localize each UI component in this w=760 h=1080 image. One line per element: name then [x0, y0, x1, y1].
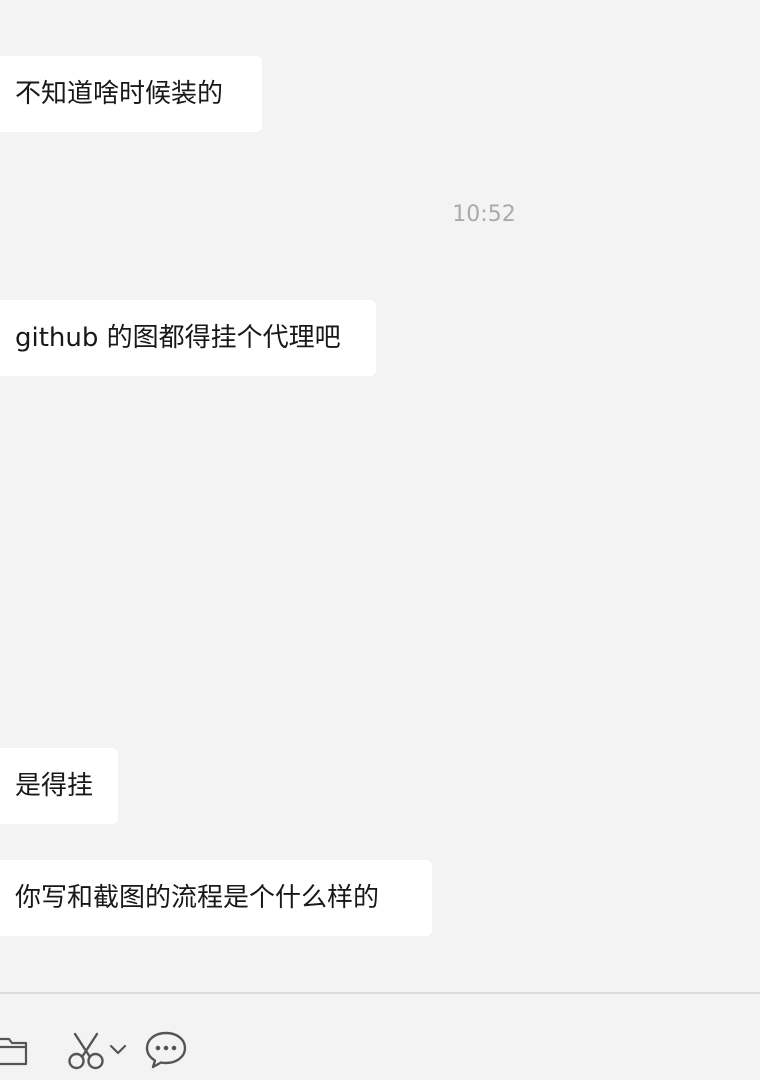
chat-bubble-icon[interactable] — [144, 1030, 188, 1070]
message-bubble[interactable]: 是得挂 — [0, 748, 118, 824]
input-toolbar — [0, 994, 760, 1080]
message-timestamp: 10:52 — [452, 202, 516, 227]
message-bubble[interactable]: 不知道啥时候装的 — [0, 56, 262, 132]
chat-message-list[interactable]: 不知道啥时候装的 10:52 github 的图都得挂个代理吧 是得挂 你写和截… — [0, 0, 760, 993]
message-bubble[interactable]: 你写和截图的流程是个什么样的 — [0, 860, 432, 936]
folder-icon[interactable] — [0, 1036, 28, 1066]
message-text: 你写和截图的流程是个什么样的 — [15, 883, 380, 913]
scissors-icon[interactable] — [66, 1030, 106, 1070]
message-bubble[interactable]: github 的图都得挂个代理吧 — [0, 300, 376, 376]
message-text: github 的图都得挂个代理吧 — [15, 323, 341, 353]
message-text: 不知道啥时候装的 — [15, 79, 224, 109]
chevron-down-icon[interactable] — [109, 1043, 127, 1055]
message-text: 是得挂 — [15, 771, 94, 801]
